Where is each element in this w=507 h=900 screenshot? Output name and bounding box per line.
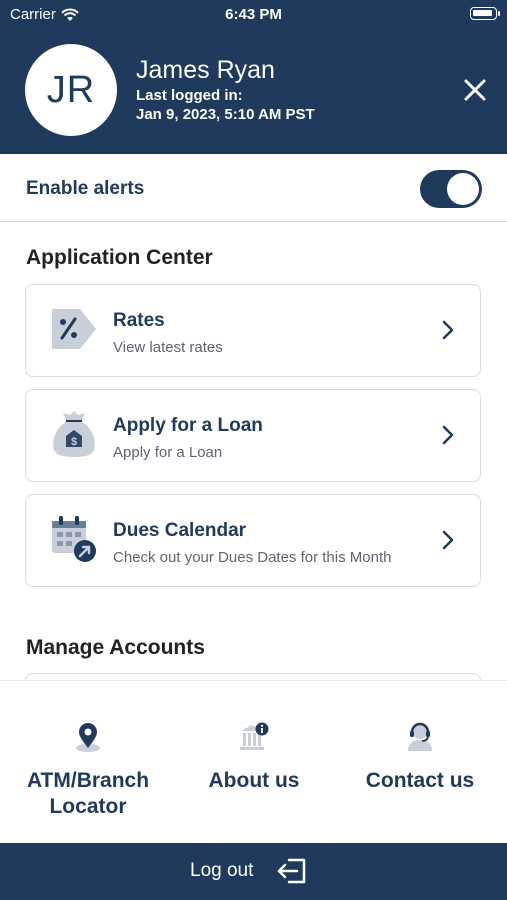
- close-icon: [464, 79, 486, 101]
- last-login-value: Jan 9, 2023, 5:10 AM PST: [136, 106, 315, 123]
- alerts-row: Enable alerts: [0, 154, 507, 222]
- about-us-button[interactable]: About us: [186, 721, 322, 794]
- svg-text:$: $: [71, 436, 77, 448]
- calendar-icon: [52, 516, 96, 562]
- chevron-right-icon: [442, 320, 454, 340]
- logout-button[interactable]: Log out: [190, 856, 309, 886]
- card-title: Apply for a Loan: [113, 415, 263, 436]
- contact-us-button[interactable]: Contact us: [350, 721, 490, 794]
- alerts-label: Enable alerts: [26, 178, 145, 199]
- support-agent-icon: [408, 722, 432, 751]
- chevron-right-icon: [442, 425, 454, 445]
- card-subtitle: Apply for a Loan: [113, 444, 223, 461]
- nav-label-line2: Locator: [49, 795, 127, 818]
- nav-label: Contact us: [365, 769, 475, 792]
- atm-branch-locator-button[interactable]: ATM/Branch Locator: [18, 721, 158, 820]
- application-center-title: Application Center: [26, 246, 213, 269]
- nav-label: ATM/Branch Locator: [18, 768, 158, 820]
- close-button[interactable]: [458, 73, 492, 107]
- toggle-knob: [447, 173, 479, 205]
- logout-label: Log out: [190, 860, 254, 881]
- bottom-navigation: ATM/Branch Locator About us Contact us: [0, 680, 507, 843]
- card-title: Dues Calendar: [113, 520, 247, 541]
- percent-tag-icon: [52, 309, 96, 349]
- logout-icon: [278, 858, 306, 884]
- bank-info-icon: [240, 722, 269, 750]
- avatar: JR: [25, 44, 117, 136]
- card-title: Rates: [113, 310, 165, 331]
- last-login-label: Last logged in:: [136, 87, 243, 104]
- alerts-toggle[interactable]: [420, 170, 482, 208]
- rates-card[interactable]: Rates View latest rates: [25, 284, 481, 377]
- nav-label-line1: ATM/Branch: [26, 769, 150, 792]
- user-name: James Ryan: [136, 56, 275, 84]
- manage-accounts-title: Manage Accounts: [26, 636, 205, 659]
- location-pin-icon: [76, 723, 100, 752]
- chevron-right-icon: [442, 530, 454, 550]
- dues-calendar-card[interactable]: Dues Calendar Check out your Dues Dates …: [25, 494, 481, 587]
- money-bag-icon: $: [53, 411, 95, 457]
- card-subtitle: Check out your Dues Dates for this Month: [113, 549, 392, 566]
- profile-header: Carrier 6:43 PM JR James Ryan Last logge…: [0, 0, 507, 154]
- battery-icon: [470, 7, 500, 20]
- apply-loan-card[interactable]: $ Apply for a Loan Apply for a Loan: [25, 389, 481, 482]
- status-time: 6:43 PM: [225, 6, 282, 23]
- status-bar: Carrier 6:43 PM: [0, 0, 507, 30]
- logout-bar: Log out: [0, 843, 507, 900]
- nav-label: About us: [208, 769, 300, 792]
- card-subtitle: View latest rates: [113, 339, 223, 356]
